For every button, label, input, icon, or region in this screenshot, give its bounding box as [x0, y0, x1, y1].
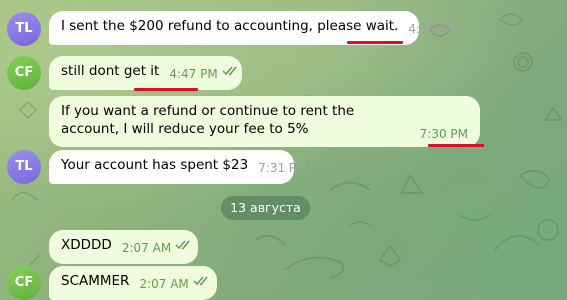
message-text: Your account has spent $23 — [61, 157, 249, 173]
annotation-underline — [134, 88, 198, 91]
double-check-icon — [175, 240, 190, 250]
avatar[interactable]: TL — [7, 150, 41, 184]
message-time: 2:07 AM — [121, 241, 172, 255]
message-time: 4:14 PM — [408, 22, 457, 36]
message-bubble[interactable]: still dont get it 4:47 PM — [49, 56, 242, 90]
message-text: still dont get it — [61, 63, 160, 79]
annotation-underline — [428, 144, 484, 147]
message-bubble[interactable]: I sent the $200 refund to accounting, pl… — [49, 11, 457, 45]
message-bubble[interactable]: Your account has spent $23 7:31 PM — [49, 150, 307, 184]
double-check-icon — [193, 276, 208, 286]
avatar[interactable]: CF — [7, 266, 41, 300]
message-bubble[interactable]: If you want a refund or continue to rent… — [49, 96, 480, 147]
annotation-underline — [347, 41, 403, 44]
message-time: 4:47 PM — [169, 67, 218, 81]
message-text: SCAMMER — [61, 273, 130, 289]
message-text: If you want a refund or continue to rent… — [61, 103, 355, 137]
double-check-icon — [222, 66, 237, 76]
message-text: XDDDD — [61, 237, 112, 253]
message-bubble[interactable]: XDDDD 2:07 AM — [49, 230, 198, 264]
avatar[interactable]: TL — [7, 12, 41, 46]
message-time: 7:31 PM — [258, 161, 307, 175]
message-time: 7:30 PM — [419, 127, 468, 141]
message-bubble[interactable]: SCAMMER 2:07 AM — [49, 266, 217, 300]
date-separator: 13 августа — [221, 196, 310, 220]
message-text: I sent the $200 refund to accounting, pl… — [61, 18, 399, 34]
message-time: 2:07 AM — [139, 277, 189, 291]
avatar[interactable]: CF — [7, 56, 41, 90]
